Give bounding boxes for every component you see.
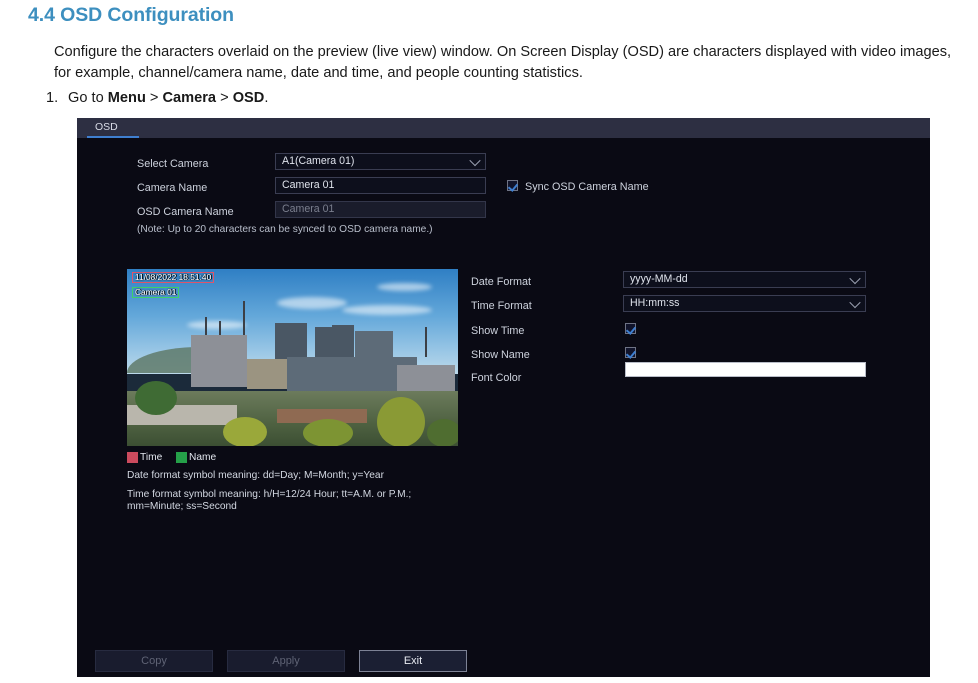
time-color-swatch [127,452,138,463]
exit-button[interactable]: Exit [359,650,467,672]
live-view-preview: 11/08/2022 18:51:40 Camera 01 [127,269,458,446]
time-legend-label: Time [140,452,163,463]
sync-osd-camera-name-checkbox[interactable] [507,180,518,191]
step-camera-term: Camera [162,90,217,106]
chevron-down-icon [469,154,481,167]
apply-button[interactable]: Apply [227,650,345,672]
step-number: 1. [46,90,59,106]
step-separator-2: > [216,90,233,106]
tab-osd[interactable]: OSD [87,118,139,138]
tree [135,381,177,415]
building [191,335,247,387]
name-color-swatch [176,452,187,463]
step-separator-1: > [145,90,163,106]
cloud-shape [277,297,347,309]
time-format-label: Time Format [471,300,532,312]
osd-camera-name-value: Camera 01 [282,203,335,215]
show-name-label: Show Name [471,349,530,361]
chevron-down-icon [849,296,861,309]
sync-osd-camera-name-label: Sync OSD Camera Name [525,181,649,193]
cloud-shape [377,283,432,291]
date-format-value: yyyy-MM-dd [630,273,688,285]
name-legend-label: Name [189,452,217,463]
building [397,365,455,393]
antenna-mast [425,327,427,357]
select-camera-label: Select Camera [137,158,209,170]
osd-camera-name-label: OSD Camera Name [137,206,234,218]
date-format-dropdown[interactable]: yyyy-MM-dd [623,271,866,288]
step-prefix: Go to [68,90,108,106]
panel-body: Select Camera A1(Camera 01) Camera Name … [77,138,930,677]
show-time-checkbox[interactable] [625,323,636,334]
step-suffix: . [264,90,269,106]
date-format-label: Date Format [471,276,531,288]
tree [377,397,425,446]
tab-bar: OSD [77,118,930,138]
font-color-label: Font Color [471,372,522,384]
tree [223,417,267,446]
osd-name-overlay: Camera 01 [132,287,180,298]
step-menu-term: Menu [107,90,146,106]
show-name-checkbox[interactable] [625,347,636,358]
select-camera-dropdown[interactable]: A1(Camera 01) [275,153,486,170]
time-format-dropdown[interactable]: HH:mm:ss [623,295,866,312]
cloud-shape [342,305,432,315]
osd-camera-name-note: (Note: Up to 20 characters can be synced… [137,224,433,235]
tree [427,419,458,446]
camera-name-label: Camera Name [137,182,208,194]
camera-name-value: Camera 01 [282,179,335,191]
chevron-down-icon [849,272,861,285]
intro-paragraph: Configure the characters overlaid on the… [54,44,952,81]
osd-time-overlay: 11/08/2022 18:51:40 [132,272,215,283]
step-1: 1. Go to Menu > Camera > OSD. [46,88,268,108]
copy-button[interactable]: Copy [95,650,213,672]
camera-name-input[interactable]: Camera 01 [275,177,486,194]
select-camera-value: A1(Camera 01) [282,155,355,167]
page-root: 4.4 OSD Configuration Configure the char… [0,0,978,683]
tree [303,419,353,446]
time-format-hint-line1: Time format symbol meaning: h/H=12/24 Ho… [127,489,412,500]
time-format-hint-line2: mm=Minute; ss=Second [127,501,237,512]
time-format-value: HH:mm:ss [630,297,680,309]
antenna-mast [243,301,245,337]
date-format-hint: Date format symbol meaning: dd=Day; M=Mo… [127,470,384,481]
step-osd-term: OSD [232,90,265,106]
show-time-label: Show Time [471,325,525,337]
osd-configuration-panel: OSD Select Camera A1(Camera 01) Camera N… [77,118,930,677]
osd-camera-name-input: Camera 01 [275,201,486,218]
cloud-shape [187,321,247,329]
page-title: 4.4 OSD Configuration [28,4,234,26]
font-color-swatch[interactable] [625,362,866,377]
